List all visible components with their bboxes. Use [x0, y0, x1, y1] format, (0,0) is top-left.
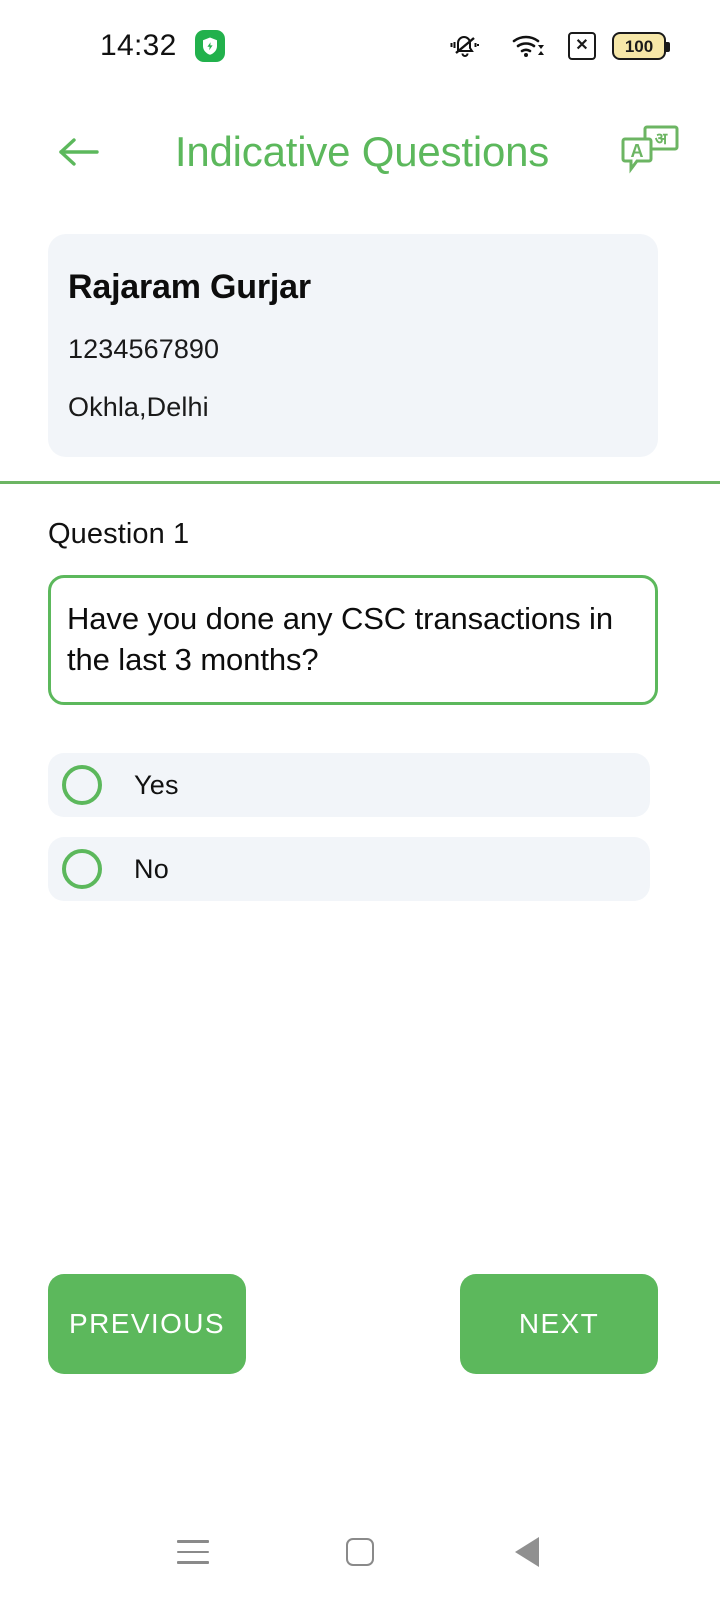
- translate-icon[interactable]: अ A: [618, 122, 682, 182]
- question-text: Have you done any CSC transactions in th…: [67, 601, 613, 678]
- home-square-icon[interactable]: [336, 1528, 384, 1576]
- menu-icon[interactable]: [169, 1528, 217, 1576]
- option-row-no[interactable]: No: [48, 837, 650, 902]
- home-square-shape: [345, 1538, 374, 1566]
- app-screen: 14:32 ✕ 100 Indicative Questions अ A Raj…: [0, 0, 720, 1600]
- back-triangle-shape: [514, 1537, 539, 1567]
- hamburger-lines: [177, 1540, 210, 1564]
- user-name: Rajaram Gurjar: [68, 268, 311, 306]
- radio-icon-yes[interactable]: [62, 765, 102, 806]
- page-title: Indicative Questions: [174, 128, 550, 175]
- user-phone: 1234567890: [68, 334, 220, 364]
- question-number-label: Question 1: [48, 518, 190, 550]
- no-sim-icon: ✕: [568, 32, 596, 60]
- battery-level: 100: [624, 36, 654, 56]
- option-label-yes: Yes: [134, 769, 179, 800]
- svg-text:A: A: [631, 141, 644, 161]
- status-time: 14:32: [100, 29, 177, 62]
- shield-bolt-icon: [194, 30, 225, 62]
- status-bar: 14:32 ✕ 100: [0, 0, 720, 92]
- question-section: Question 1 Have you done any CSC transac…: [0, 484, 720, 921]
- back-arrow-icon[interactable]: [52, 125, 106, 179]
- status-bar-right: ✕ 100: [440, 22, 670, 70]
- next-button[interactable]: NEXT: [460, 1274, 658, 1374]
- bell-mute-icon: [440, 22, 488, 70]
- status-bar-left: 14:32: [100, 29, 225, 63]
- back-triangle-icon[interactable]: [503, 1528, 551, 1576]
- option-row-yes[interactable]: Yes: [48, 753, 650, 818]
- user-location: Okhla,Delhi: [68, 392, 209, 422]
- answer-options: Yes No: [48, 753, 658, 902]
- user-card-wrapper: Rajaram Gurjar 1234567890 Okhla,Delhi: [0, 212, 720, 457]
- wifi-icon: [504, 22, 552, 70]
- battery-indicator: 100: [612, 32, 670, 60]
- navigation-buttons: PREVIOUS NEXT: [0, 1274, 720, 1374]
- app-header: Indicative Questions अ A: [0, 92, 720, 212]
- svg-text:अ: अ: [655, 131, 668, 148]
- android-navigation-bar: [0, 1504, 720, 1600]
- question-text-box: Have you done any CSC transactions in th…: [48, 575, 658, 706]
- previous-button[interactable]: PREVIOUS: [48, 1274, 246, 1374]
- option-label-no: No: [134, 853, 169, 884]
- user-info-card: Rajaram Gurjar 1234567890 Okhla,Delhi: [48, 234, 658, 457]
- radio-icon-no[interactable]: [62, 849, 102, 890]
